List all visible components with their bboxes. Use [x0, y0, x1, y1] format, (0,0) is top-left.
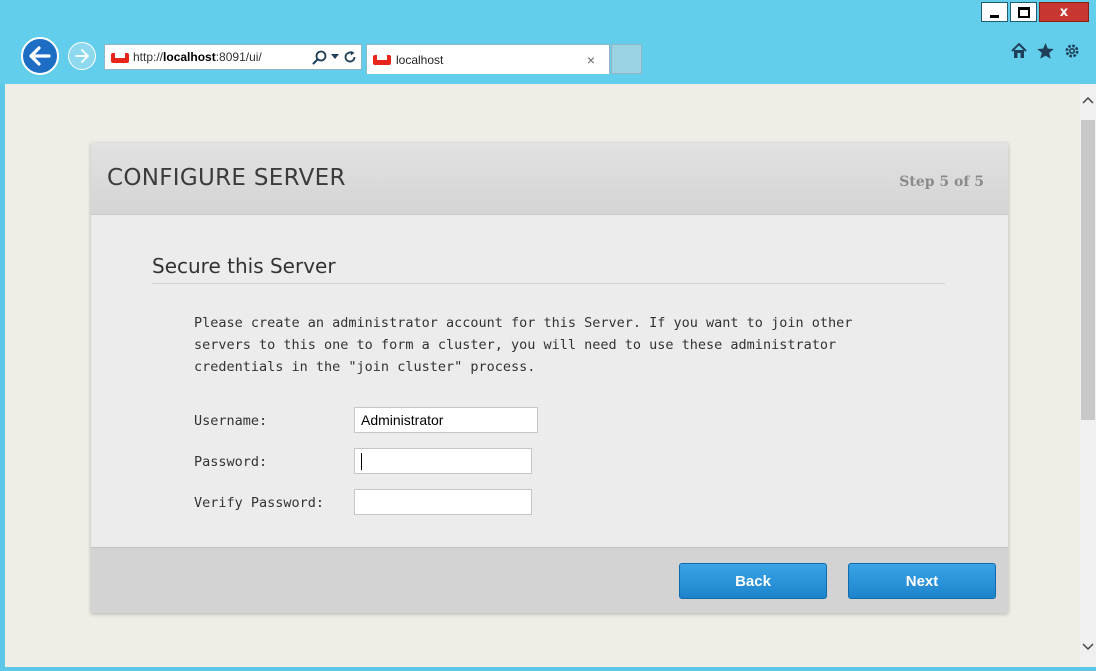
tab-close-icon[interactable]: × — [587, 52, 595, 68]
intro-text: Please create an administrator account f… — [194, 315, 853, 375]
maximize-button[interactable] — [1010, 2, 1037, 22]
back-arrow-icon — [29, 46, 51, 66]
new-tab-button[interactable] — [611, 44, 642, 74]
refresh-icon[interactable] — [343, 50, 357, 64]
favorites-star-icon[interactable] — [1036, 42, 1055, 60]
minimize-button[interactable] — [981, 2, 1008, 22]
verify-password-field[interactable] — [354, 489, 532, 515]
browser-tab[interactable]: localhost × — [366, 44, 610, 74]
forward-button[interactable] — [68, 42, 96, 70]
back-button[interactable] — [21, 37, 59, 75]
section-title: Secure this Server — [152, 254, 336, 278]
panel-footer: Back Next — [91, 547, 1008, 613]
section-divider — [152, 283, 945, 284]
back-step-button[interactable]: Back — [679, 563, 827, 599]
window-bottom-border — [0, 667, 1096, 671]
next-step-button[interactable]: Next — [848, 563, 996, 599]
tab-title: localhost — [396, 52, 444, 67]
scrollbar-thumb[interactable] — [1081, 120, 1095, 420]
panel-header: CONFIGURE SERVER Step 5 of 5 — [91, 143, 1008, 215]
address-url: http://localhost:8091/ui/ — [133, 50, 262, 64]
home-icon[interactable] — [1010, 42, 1028, 60]
password-label: Password: — [194, 454, 268, 470]
tab-favicon-icon — [373, 50, 391, 69]
browser-chrome: x http://localhost:8091/ui/ localhost × — [0, 0, 1096, 84]
text-cursor — [361, 453, 362, 470]
password-field[interactable] — [354, 448, 532, 474]
page-viewport: CONFIGURE SERVER Step 5 of 5 Secure this… — [5, 84, 1080, 667]
window-close-icon: x — [1059, 4, 1069, 20]
page-title: CONFIGURE SERVER — [107, 165, 346, 191]
vertical-scrollbar[interactable] — [1080, 84, 1096, 667]
window-close-button[interactable]: x — [1039, 2, 1089, 22]
maximize-icon — [1017, 6, 1030, 18]
address-bar[interactable]: http://localhost:8091/ui/ — [104, 44, 362, 70]
search-icon[interactable] — [312, 50, 327, 65]
username-label: Username: — [194, 413, 268, 429]
configure-server-panel: CONFIGURE SERVER Step 5 of 5 Secure this… — [91, 143, 1008, 613]
username-field[interactable] — [354, 407, 538, 433]
forward-arrow-icon — [75, 49, 89, 63]
verify-password-label: Verify Password: — [194, 495, 325, 511]
dropdown-arrow-icon[interactable] — [331, 54, 339, 60]
site-favicon-icon — [111, 48, 129, 67]
scroll-up-icon[interactable] — [1080, 92, 1096, 108]
settings-gear-icon[interactable] — [1063, 42, 1081, 60]
scroll-down-icon[interactable] — [1080, 639, 1096, 655]
step-indicator: Step 5 of 5 — [899, 174, 984, 190]
minimize-icon — [990, 14, 999, 18]
